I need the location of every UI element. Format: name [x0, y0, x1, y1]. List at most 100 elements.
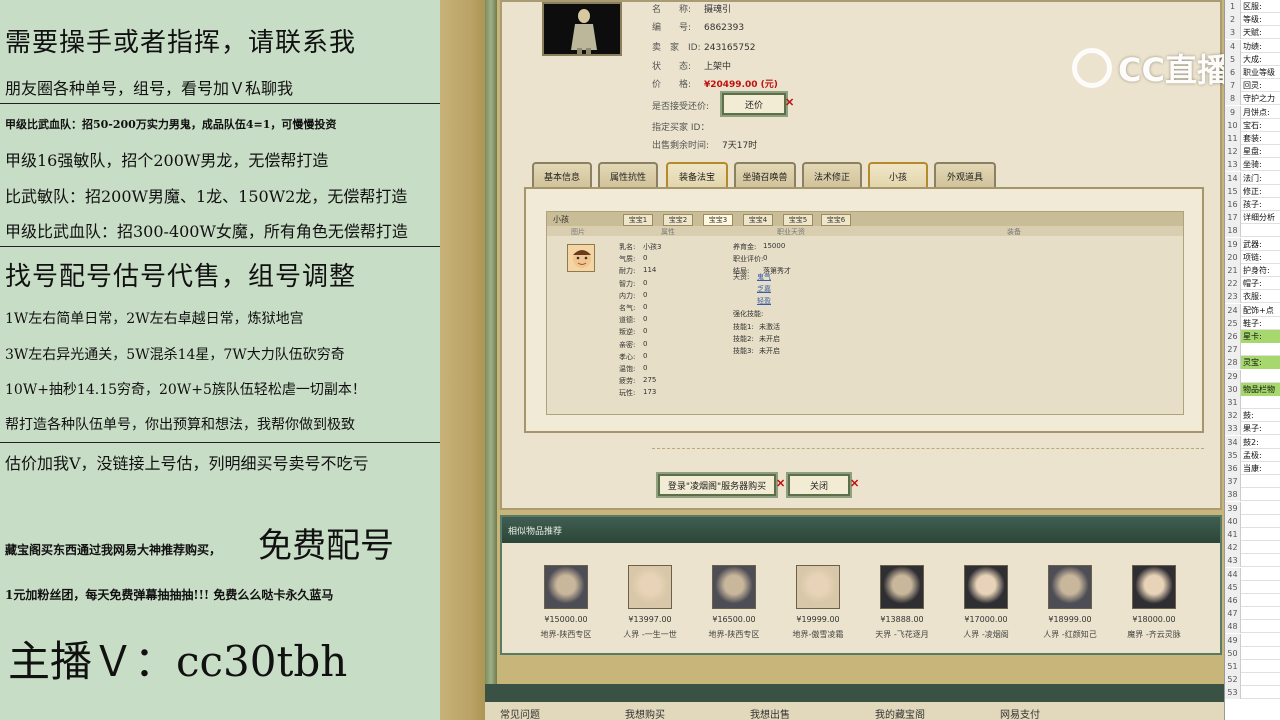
- sheet-row[interactable]: 21 护身符:: [1225, 264, 1280, 277]
- sheet-row[interactable]: 2 等级:: [1225, 13, 1280, 27]
- row-number: 40: [1225, 514, 1241, 528]
- sheet-row[interactable]: 51: [1225, 660, 1280, 673]
- sheet-row[interactable]: 44: [1225, 567, 1280, 581]
- sheet-row[interactable]: 53: [1225, 686, 1280, 700]
- tab-appearance[interactable]: 外观道具: [934, 162, 996, 188]
- talent-link[interactable]: 乏嘉: [757, 284, 771, 294]
- character-thumbnail[interactable]: [880, 565, 924, 609]
- character-thumbnail[interactable]: [964, 565, 1008, 609]
- sheet-row[interactable]: 11 套装:: [1225, 132, 1280, 145]
- sheet-row[interactable]: 42: [1225, 541, 1280, 555]
- sheet-row[interactable]: 10 宝石:: [1225, 118, 1280, 132]
- sheet-row[interactable]: 31: [1225, 396, 1280, 409]
- sheet-row[interactable]: 28 灵宝:: [1225, 356, 1280, 370]
- sheet-row[interactable]: 43: [1225, 554, 1280, 568]
- sheet-row[interactable]: 32 鼓:: [1225, 409, 1280, 423]
- sheet-row[interactable]: 16 孩子:: [1225, 198, 1280, 211]
- similar-item-card[interactable]: ¥19999.00 地界-傲雪凌霜: [778, 565, 858, 640]
- nav-faq[interactable]: 常见问题: [500, 706, 540, 720]
- sheet-row[interactable]: 13 坐骑:: [1225, 158, 1280, 172]
- sheet-row[interactable]: 25 鞋子:: [1225, 316, 1280, 330]
- sheet-row[interactable]: 36 当康:: [1225, 462, 1280, 475]
- character-thumbnail[interactable]: [628, 565, 672, 609]
- sheet-row[interactable]: 29: [1225, 369, 1280, 383]
- similar-item-card[interactable]: ¥13888.00 天界 -飞花逐月: [862, 565, 942, 640]
- similar-item-card[interactable]: ¥17000.00 人界 -凌烟阁: [946, 565, 1026, 640]
- subtab-baby5[interactable]: 宝宝5: [783, 214, 813, 226]
- sheet-row[interactable]: 15 修正:: [1225, 184, 1280, 198]
- cell-value: [1241, 570, 1243, 579]
- close-button[interactable]: 关闭: [788, 474, 850, 496]
- sheet-row[interactable]: 38: [1225, 488, 1280, 502]
- talent-link[interactable]: 轻盈: [757, 296, 771, 306]
- sheet-row[interactable]: 35 孟极:: [1225, 448, 1280, 462]
- sheet-row[interactable]: 30 物品栏物: [1225, 382, 1280, 396]
- child-avatar[interactable]: [567, 244, 595, 272]
- sheet-row[interactable]: 20 项链:: [1225, 250, 1280, 264]
- sheet-row[interactable]: 18: [1225, 224, 1280, 238]
- similar-item-card[interactable]: ¥18999.00 人界 -红颜知己: [1030, 565, 1110, 640]
- nav-payment[interactable]: 网易支付: [1000, 706, 1040, 720]
- sheet-row[interactable]: 1 区服:: [1225, 0, 1280, 13]
- cell-value: 物品栏物: [1241, 382, 1280, 396]
- subtab-baby3[interactable]: 宝宝3: [703, 214, 733, 226]
- nav-sell[interactable]: 我想出售: [750, 706, 790, 720]
- sheet-row[interactable]: 6 职业等级: [1225, 66, 1280, 79]
- character-thumbnail[interactable]: [1048, 565, 1092, 609]
- subtab-baby2[interactable]: 宝宝2: [663, 214, 693, 226]
- sheet-row[interactable]: 26 星卡:: [1225, 330, 1280, 343]
- sheet-row[interactable]: 24 配饰+点: [1225, 303, 1280, 317]
- similar-item-card[interactable]: ¥18000.00 魔界 -齐云灵脉: [1114, 565, 1194, 640]
- sheet-row[interactable]: 33 果子:: [1225, 422, 1280, 436]
- similar-item-card[interactable]: ¥13997.00 人界 -一生一世: [610, 565, 690, 640]
- cell-value: [1241, 372, 1243, 381]
- nav-my-store[interactable]: 我的藏宝阁: [875, 706, 925, 720]
- tab-attributes[interactable]: 属性抗性: [598, 162, 658, 188]
- character-thumbnail[interactable]: [1132, 565, 1176, 609]
- sheet-row[interactable]: 49: [1225, 633, 1280, 647]
- subtab-baby4[interactable]: 宝宝4: [743, 214, 773, 226]
- sheet-row[interactable]: 5 大成:: [1225, 52, 1280, 66]
- sheet-row[interactable]: 39: [1225, 501, 1280, 515]
- sheet-row[interactable]: 48: [1225, 620, 1280, 634]
- sheet-row[interactable]: 34 鼓2:: [1225, 435, 1280, 449]
- counter-offer-button[interactable]: 还价: [722, 93, 786, 115]
- subtab-baby1[interactable]: 宝宝1: [623, 214, 653, 226]
- attr-label: 玩性:: [619, 389, 636, 398]
- sheet-row[interactable]: 19 武器:: [1225, 237, 1280, 251]
- nav-buy[interactable]: 我想购买: [625, 706, 665, 720]
- sheet-row[interactable]: 37: [1225, 475, 1280, 489]
- sheet-row[interactable]: 8 守护之力: [1225, 92, 1280, 106]
- tab-mounts[interactable]: 坐骑召唤兽: [734, 162, 796, 188]
- sheet-row[interactable]: 4 功绩:: [1225, 39, 1280, 53]
- tab-spells[interactable]: 法术修正: [802, 162, 862, 188]
- sheet-row[interactable]: 9 月饼点:: [1225, 105, 1280, 119]
- row-number: 22: [1225, 277, 1241, 291]
- sheet-row[interactable]: 14 法门:: [1225, 171, 1280, 185]
- item-price: ¥19999.00: [796, 615, 840, 624]
- sheet-row[interactable]: 41: [1225, 528, 1280, 541]
- character-thumbnail[interactable]: [796, 565, 840, 609]
- sheet-row[interactable]: 23 衣服:: [1225, 290, 1280, 304]
- sheet-row[interactable]: 47: [1225, 607, 1280, 621]
- subtab-baby6[interactable]: 宝宝6: [821, 214, 851, 226]
- sheet-row[interactable]: 7 回灵:: [1225, 79, 1280, 93]
- buy-on-server-button[interactable]: 登录"凌烟阁"服务器购买: [658, 474, 776, 496]
- sheet-row[interactable]: 46: [1225, 594, 1280, 607]
- sheet-row[interactable]: 40: [1225, 514, 1280, 528]
- character-thumbnail[interactable]: [712, 565, 756, 609]
- tab-basic-info[interactable]: 基本信息: [532, 162, 592, 188]
- similar-item-card[interactable]: ¥16500.00 地界-陕西专区: [694, 565, 774, 640]
- sheet-row[interactable]: 12 星盘:: [1225, 145, 1280, 159]
- sheet-row[interactable]: 17 详细分析: [1225, 211, 1280, 225]
- sheet-row[interactable]: 22 帽子:: [1225, 277, 1280, 291]
- sheet-row[interactable]: 52: [1225, 673, 1280, 687]
- sheet-row[interactable]: 45: [1225, 580, 1280, 594]
- sheet-row[interactable]: 50: [1225, 646, 1280, 660]
- tab-child[interactable]: 小孩: [868, 162, 928, 188]
- similar-item-card[interactable]: ¥15000.00 地界-陕西专区: [526, 565, 606, 640]
- sheet-row[interactable]: 27: [1225, 343, 1280, 357]
- tab-equipment[interactable]: 装备法宝: [666, 162, 728, 188]
- sheet-row[interactable]: 3 天赋:: [1225, 26, 1280, 40]
- character-thumbnail[interactable]: [544, 565, 588, 609]
